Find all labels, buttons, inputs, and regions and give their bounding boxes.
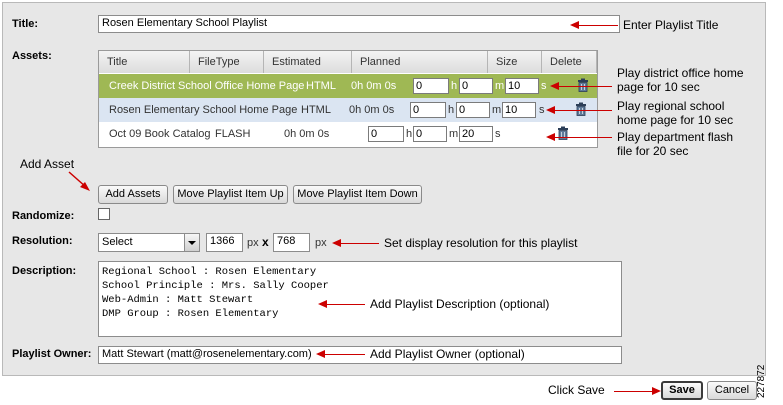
times-label: x: [262, 235, 269, 249]
row-filetype: HTML: [301, 104, 331, 116]
title-input[interactable]: Rosen Elementary School Playlist: [98, 15, 620, 33]
col-filetype[interactable]: FileType: [190, 51, 264, 73]
col-planned[interactable]: Planned: [352, 51, 488, 73]
col-estimated[interactable]: Estimated: [264, 51, 352, 73]
unit-h: h: [451, 80, 458, 92]
planned-minutes-input[interactable]: 0: [459, 78, 493, 94]
note-enter-title: Enter Playlist Title: [623, 18, 719, 32]
note-row2-line1: Play regional school: [617, 99, 725, 113]
arrow-add-asset: [68, 171, 90, 191]
col-size[interactable]: Size: [488, 51, 542, 73]
px-label-width: px: [247, 237, 259, 249]
resolution-width-input[interactable]: 1366: [206, 233, 243, 252]
row-title: Creek District School Office Home Page: [109, 80, 305, 92]
chevron-down-icon[interactable]: [184, 234, 199, 251]
planned-hours-input[interactable]: 0: [410, 102, 446, 118]
note-row1-line2: page for 10 sec: [617, 80, 700, 94]
arrow-row2: [546, 106, 612, 114]
row-estimated: 0h 0m 0s: [349, 104, 395, 116]
assets-label: Assets:: [12, 50, 52, 62]
note-row1-line1: Play district office home: [617, 66, 744, 80]
arrow-save: [614, 387, 661, 395]
unit-m: m: [495, 80, 505, 92]
planned-hours-input[interactable]: 0: [413, 78, 449, 94]
note-add-owner: Add Playlist Owner (optional): [370, 347, 525, 361]
row-title: Rosen Elementary School Home Page: [109, 104, 298, 116]
col-title[interactable]: Title: [99, 51, 190, 73]
planned-hours-input[interactable]: 0: [368, 126, 404, 142]
title-label: Title:: [12, 18, 39, 30]
resolution-height-input[interactable]: 768: [273, 233, 310, 252]
save-button[interactable]: Save: [661, 381, 703, 400]
note-click-save: Click Save: [548, 383, 605, 397]
note-add-asset: Add Asset: [20, 157, 75, 171]
arrow-row1: [550, 82, 612, 90]
row-estimated: 0h 0m 0s: [284, 128, 330, 140]
col-delete[interactable]: Delete: [542, 51, 597, 73]
unit-m: m: [492, 104, 502, 116]
row-estimated: 0h 0m 0s: [351, 80, 397, 92]
row-title: Oct 09 Book Catalog: [109, 128, 211, 140]
trash-icon[interactable]: [574, 102, 588, 116]
unit-s: s: [541, 80, 547, 92]
planned-minutes-input[interactable]: 0: [456, 102, 490, 118]
unit-s: s: [539, 104, 545, 116]
table-row[interactable]: Oct 09 Book Catalog FLASH 0h 0m 0s 0 h 0…: [99, 122, 597, 146]
resolution-select[interactable]: Select: [98, 233, 200, 252]
randomize-label: Randomize:: [12, 210, 75, 222]
note-set-resolution: Set display resolution for this playlist: [384, 236, 578, 250]
unit-m: m: [449, 128, 459, 140]
description-label: Description:: [12, 265, 77, 277]
description-line: School Principle : Mrs. Sally Cooper: [102, 280, 329, 292]
planned-seconds-input[interactable]: 10: [505, 78, 539, 94]
arrow-title: [570, 21, 618, 29]
note-row3-line2: file for 20 sec: [617, 144, 689, 158]
move-item-up-button[interactable]: Move Playlist Item Up: [173, 185, 288, 204]
note-row2-line2: home page for 10 sec: [617, 113, 734, 127]
add-assets-button[interactable]: Add Assets: [98, 185, 168, 204]
unit-s: s: [495, 128, 501, 140]
row-filetype: FLASH: [215, 128, 251, 140]
arrow-row3: [546, 133, 612, 141]
owner-input[interactable]: Matt Stewart (matt@rosenelementary.com): [98, 346, 622, 364]
arrow-description: [318, 300, 365, 308]
resolution-select-value: Select: [102, 236, 133, 248]
planned-seconds-input[interactable]: 20: [459, 126, 493, 142]
figure-id: 227872: [756, 364, 767, 398]
arrow-resolution: [332, 239, 379, 247]
assets-table: Title FileType Estimated Planned Size De…: [98, 50, 598, 148]
unit-h: h: [448, 104, 455, 116]
randomize-checkbox[interactable]: [98, 208, 110, 220]
note-add-description: Add Playlist Description (optional): [370, 297, 550, 311]
cancel-button[interactable]: Cancel: [707, 381, 757, 400]
move-item-down-button[interactable]: Move Playlist Item Down: [293, 185, 422, 204]
note-row3-line1: Play department flash: [617, 130, 734, 144]
row-filetype: HTML: [306, 80, 336, 92]
table-row[interactable]: Creek District School Office Home Page H…: [99, 74, 597, 98]
trash-icon[interactable]: [576, 78, 590, 92]
description-line: Regional School : Rosen Elementary: [102, 266, 317, 278]
planned-minutes-input[interactable]: 0: [413, 126, 447, 142]
unit-h: h: [406, 128, 413, 140]
owner-label: Playlist Owner:: [12, 348, 92, 360]
planned-seconds-input[interactable]: 10: [502, 102, 536, 118]
arrow-owner: [316, 350, 365, 358]
resolution-label: Resolution:: [12, 235, 73, 247]
px-label-height: px: [315, 237, 327, 249]
table-row[interactable]: Rosen Elementary School Home Page HTML 0…: [99, 98, 597, 122]
